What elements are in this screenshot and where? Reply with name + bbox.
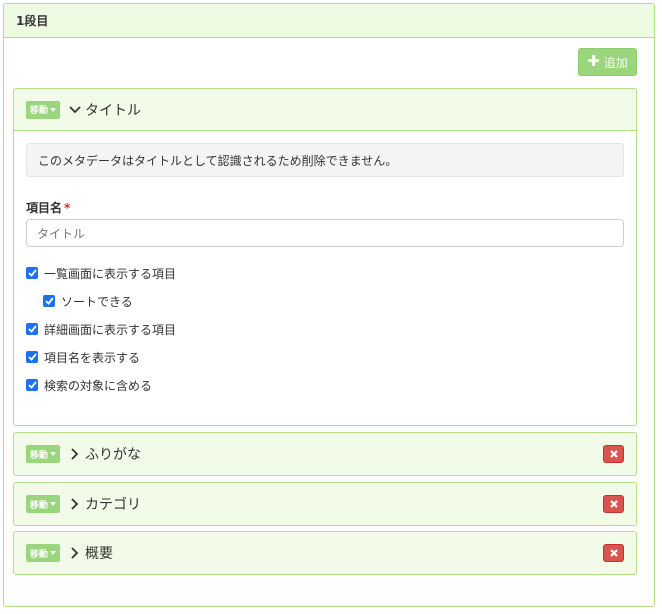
checkbox-checked-icon[interactable] bbox=[26, 323, 38, 335]
section-title: 1段目 bbox=[16, 14, 49, 28]
item-name-input[interactable] bbox=[26, 219, 624, 247]
move-button-label: 移動 bbox=[30, 500, 49, 511]
delete-button[interactable] bbox=[603, 495, 624, 513]
caret-down-icon bbox=[50, 502, 57, 506]
move-button-label: 移動 bbox=[30, 549, 49, 560]
field-label-text: 項目名 bbox=[26, 201, 63, 215]
checkbox-label: ソートできる bbox=[61, 294, 133, 309]
checkbox-checked-icon[interactable] bbox=[26, 379, 38, 391]
checkbox-label: 検索の対象に含める bbox=[44, 378, 153, 393]
checkbox-label: 詳細画面に表示する項目 bbox=[44, 322, 177, 337]
metadata-item-panel: 移動 カテゴリ bbox=[13, 482, 637, 526]
close-icon bbox=[609, 549, 618, 557]
chevron-right-icon[interactable] bbox=[68, 497, 82, 511]
metadata-item-title: 概要 bbox=[85, 546, 114, 562]
metadata-item-header: 移動 カテゴリ bbox=[14, 483, 636, 525]
close-icon bbox=[609, 500, 618, 508]
chevron-right-icon[interactable] bbox=[68, 546, 82, 560]
checkbox-label: 項目名を表示する bbox=[44, 350, 141, 365]
caret-down-icon bbox=[50, 551, 57, 555]
move-button-label: 移動 bbox=[30, 450, 49, 461]
metadata-item-header: 移動 概要 bbox=[14, 532, 636, 574]
metadata-item-header: 移動 ふりがな bbox=[14, 433, 636, 475]
move-button-label: 移動 bbox=[30, 106, 49, 116]
move-button[interactable]: 移動 bbox=[26, 495, 61, 513]
checkbox-group: 一覧画面に表示する項目 ソートできる 詳細画面に表示する項目 項目名を表示する … bbox=[26, 259, 624, 399]
checkbox-searchable[interactable]: 検索の対象に含める bbox=[26, 371, 624, 399]
caret-down-icon bbox=[50, 452, 57, 456]
chevron-down-icon[interactable] bbox=[68, 103, 82, 117]
metadata-item-body: このメタデータはタイトルとして認識されるため削除できません。 項目名* 一覧画面… bbox=[14, 131, 636, 425]
metadata-item-panel: 移動 ふりがな bbox=[13, 432, 637, 476]
chevron-right-icon[interactable] bbox=[68, 447, 82, 461]
caret-down-icon bbox=[50, 107, 57, 112]
close-icon bbox=[609, 450, 618, 458]
section-header: 1段目 bbox=[4, 4, 654, 38]
checkbox-checked-icon[interactable] bbox=[26, 351, 38, 363]
metadata-item-title: カテゴリ bbox=[85, 497, 142, 513]
metadata-item-panel: 移動 タイトル このメタデータはタイトルとして認識されるため削除できません。 項… bbox=[13, 88, 637, 426]
add-button[interactable]: ✚ 追加 bbox=[578, 48, 637, 76]
checkbox-checked-icon[interactable] bbox=[26, 267, 38, 279]
metadata-item-panel: 移動 概要 bbox=[13, 531, 637, 575]
checkbox-show-name[interactable]: 項目名を表示する bbox=[26, 343, 624, 371]
checkbox-list-display[interactable]: 一覧画面に表示する項目 bbox=[26, 259, 624, 287]
checkbox-detail-display[interactable]: 詳細画面に表示する項目 bbox=[26, 315, 624, 343]
notice-message: このメタデータはタイトルとして認識されるため削除できません。 bbox=[26, 143, 624, 177]
plus-icon: ✚ bbox=[587, 52, 600, 70]
delete-button[interactable] bbox=[603, 445, 624, 463]
move-button[interactable]: 移動 bbox=[26, 100, 61, 119]
metadata-item-title: タイトル bbox=[85, 102, 142, 119]
checkbox-checked-icon[interactable] bbox=[43, 295, 55, 307]
checkbox-sortable[interactable]: ソートできる bbox=[26, 287, 624, 315]
required-mark: * bbox=[64, 201, 71, 215]
metadata-item-title: ふりがな bbox=[85, 447, 142, 463]
move-button[interactable]: 移動 bbox=[26, 445, 61, 463]
add-button-label: 追加 bbox=[603, 55, 628, 70]
checkbox-label: 一覧画面に表示する項目 bbox=[44, 266, 177, 281]
metadata-item-header: 移動 タイトル bbox=[14, 89, 636, 131]
delete-button[interactable] bbox=[603, 544, 624, 562]
move-button[interactable]: 移動 bbox=[26, 544, 61, 562]
field-label: 項目名 * bbox=[26, 199, 624, 216]
